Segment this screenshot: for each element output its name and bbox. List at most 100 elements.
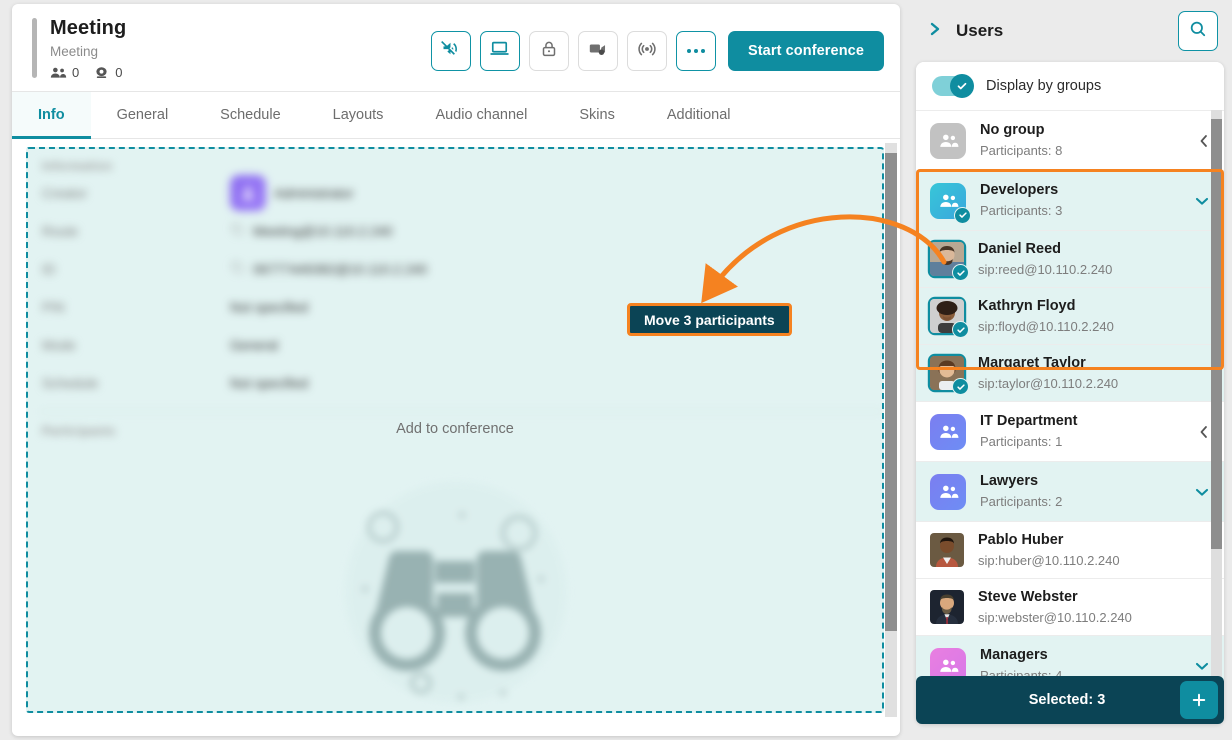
selected-check-badge	[952, 264, 969, 281]
lock-icon	[539, 39, 559, 64]
selected-check-badge	[954, 206, 971, 224]
info-divider	[40, 411, 882, 412]
info-value: Meeting@10.110.2.240	[230, 222, 393, 240]
video-record-icon	[587, 38, 608, 64]
user-sip: sip:reed@10.110.2.240	[978, 261, 1113, 277]
avatar	[930, 356, 969, 395]
chevron-left-icon[interactable]	[1192, 134, 1210, 148]
group-avatar	[930, 122, 966, 159]
info-section-label: Information	[42, 159, 113, 173]
info-value: Administrator	[230, 175, 354, 211]
screen-share-button[interactable]	[479, 31, 520, 71]
user-sip: sip:floyd@10.110.2.240	[978, 318, 1114, 334]
users-rows: No group Participants: 8 Developers Part…	[916, 110, 1224, 695]
row-text: Steve Webster sip:webster@10.110.2.240	[978, 588, 1210, 627]
selection-footer-bar: Selected: 3	[916, 676, 1224, 724]
display-by-groups-row[interactable]: Display by groups	[916, 62, 1224, 110]
row-text: Lawyers Participants: 2	[980, 472, 1188, 511]
speaker-muted-icon	[440, 38, 461, 64]
streaming-button[interactable]	[626, 31, 667, 71]
row-text: Kathryn Floyd sip:floyd@10.110.2.240	[978, 297, 1210, 336]
copy-icon[interactable]	[230, 222, 245, 240]
user-sip: sip:taylor@10.110.2.240	[978, 375, 1119, 391]
search-button[interactable]	[1178, 11, 1218, 51]
user-row-kathryn-floyd[interactable]: Kathryn Floyd sip:floyd@10.110.2.240	[916, 287, 1224, 344]
user-row-steve-webster[interactable]: Steve Webster sip:webster@10.110.2.240	[916, 578, 1224, 635]
info-row-schedule: Schedule Not specified	[40, 365, 882, 401]
creator-avatar	[230, 175, 266, 211]
users-panel-header: Users	[908, 0, 1232, 62]
tab-audio-channel[interactable]: Audio channel	[409, 92, 553, 138]
users-scrollbar-thumb[interactable]	[1211, 119, 1222, 549]
user-row-pablo-huber[interactable]: Pablo Huber sip:huber@10.110.2.240	[916, 521, 1224, 578]
copy-icon[interactable]	[230, 260, 245, 278]
chevron-right-icon[interactable]	[922, 17, 950, 46]
main-scrollbar-thumb[interactable]	[885, 153, 897, 631]
add-selected-button[interactable]	[1180, 681, 1218, 719]
row-text: Margaret Taylor sip:taylor@10.110.2.240	[978, 354, 1210, 393]
search-icon	[1188, 19, 1208, 44]
user-row-margaret-taylor[interactable]: Margaret Taylor sip:taylor@10.110.2.240	[916, 344, 1224, 401]
group-row-no-group[interactable]: No group Participants: 8	[916, 110, 1224, 170]
info-key: PIN	[42, 299, 65, 315]
user-sip: sip:webster@10.110.2.240	[978, 609, 1132, 625]
tab-skins[interactable]: Skins	[553, 92, 640, 138]
info-value: 06777449382@10.110.2.240	[230, 260, 427, 278]
group-name: Managers	[980, 647, 1048, 663]
tab-info[interactable]: Info	[12, 92, 91, 139]
header-counters: 0 0	[50, 65, 126, 80]
display-by-groups-label: Display by groups	[986, 78, 1102, 94]
user-name: Kathryn Floyd	[978, 297, 1076, 314]
ellipsis-icon	[685, 42, 707, 60]
group-name: IT Department	[980, 413, 1078, 429]
info-value: General	[230, 337, 279, 353]
tab-schedule[interactable]: Schedule	[194, 92, 306, 138]
avatar-photo	[930, 590, 964, 624]
move-participants-tooltip: Move 3 participants	[627, 303, 792, 336]
chevron-down-icon[interactable]	[1188, 660, 1210, 672]
user-row-daniel-reed[interactable]: Daniel Reed sip:reed@10.110.2.240	[916, 230, 1224, 287]
row-text: Developers Participants: 3	[980, 181, 1188, 220]
group-name: Developers	[980, 182, 1059, 198]
more-options-button[interactable]	[675, 31, 716, 71]
views-count: 0	[115, 65, 123, 80]
toggle-knob	[950, 74, 974, 98]
start-conference-button[interactable]: Start conference	[727, 31, 884, 71]
group-name: Lawyers	[980, 473, 1039, 489]
participants-count: 0	[72, 65, 80, 80]
row-text: Pablo Huber sip:huber@10.110.2.240	[978, 531, 1210, 570]
user-name: Steve Webster	[978, 588, 1078, 605]
conference-body: Information Creator Administrator Route …	[12, 139, 900, 735]
users-panel: Users Display by groups No group Partici…	[908, 0, 1232, 740]
group-participants: Participants: 1	[980, 434, 1063, 449]
title-accent-bar	[32, 18, 37, 78]
participants-icon	[50, 66, 67, 79]
participants-counter: 0	[50, 65, 79, 80]
info-value: Not specified	[230, 299, 309, 315]
group-name: No group	[980, 122, 1045, 138]
chevron-down-icon[interactable]	[1188, 486, 1210, 498]
add-to-conference-dropzone[interactable]: Information Creator Administrator Route …	[26, 147, 884, 713]
display-by-groups-toggle[interactable]	[932, 74, 974, 98]
page-subtitle: Meeting	[50, 44, 99, 59]
views-icon	[93, 66, 110, 79]
tab-layouts[interactable]: Layouts	[307, 92, 410, 138]
page-title: Meeting	[50, 17, 127, 39]
info-key: ID	[42, 261, 56, 277]
record-button[interactable]	[577, 31, 618, 71]
route-value: Meeting@10.110.2.240	[253, 223, 393, 239]
title-block: Meeting Meeting 0 0	[50, 15, 126, 80]
chevron-left-icon[interactable]	[1192, 425, 1210, 439]
tab-general[interactable]: General	[91, 92, 195, 138]
group-row-developers[interactable]: Developers Participants: 3	[916, 170, 1224, 230]
avatar	[930, 299, 969, 338]
tab-additional[interactable]: Additional	[641, 92, 757, 138]
chevron-down-icon[interactable]	[1188, 195, 1210, 207]
id-value: 06777449382@10.110.2.240	[253, 261, 428, 277]
group-row-it-department[interactable]: IT Department Participants: 1	[916, 401, 1224, 461]
group-row-lawyers[interactable]: Lawyers Participants: 2	[916, 461, 1224, 521]
mute-speaker-button[interactable]	[430, 31, 471, 71]
lock-conference-button[interactable]	[528, 31, 569, 71]
info-row-id: ID 06777449382@10.110.2.240	[40, 251, 882, 287]
info-value: Not specified	[230, 375, 309, 391]
